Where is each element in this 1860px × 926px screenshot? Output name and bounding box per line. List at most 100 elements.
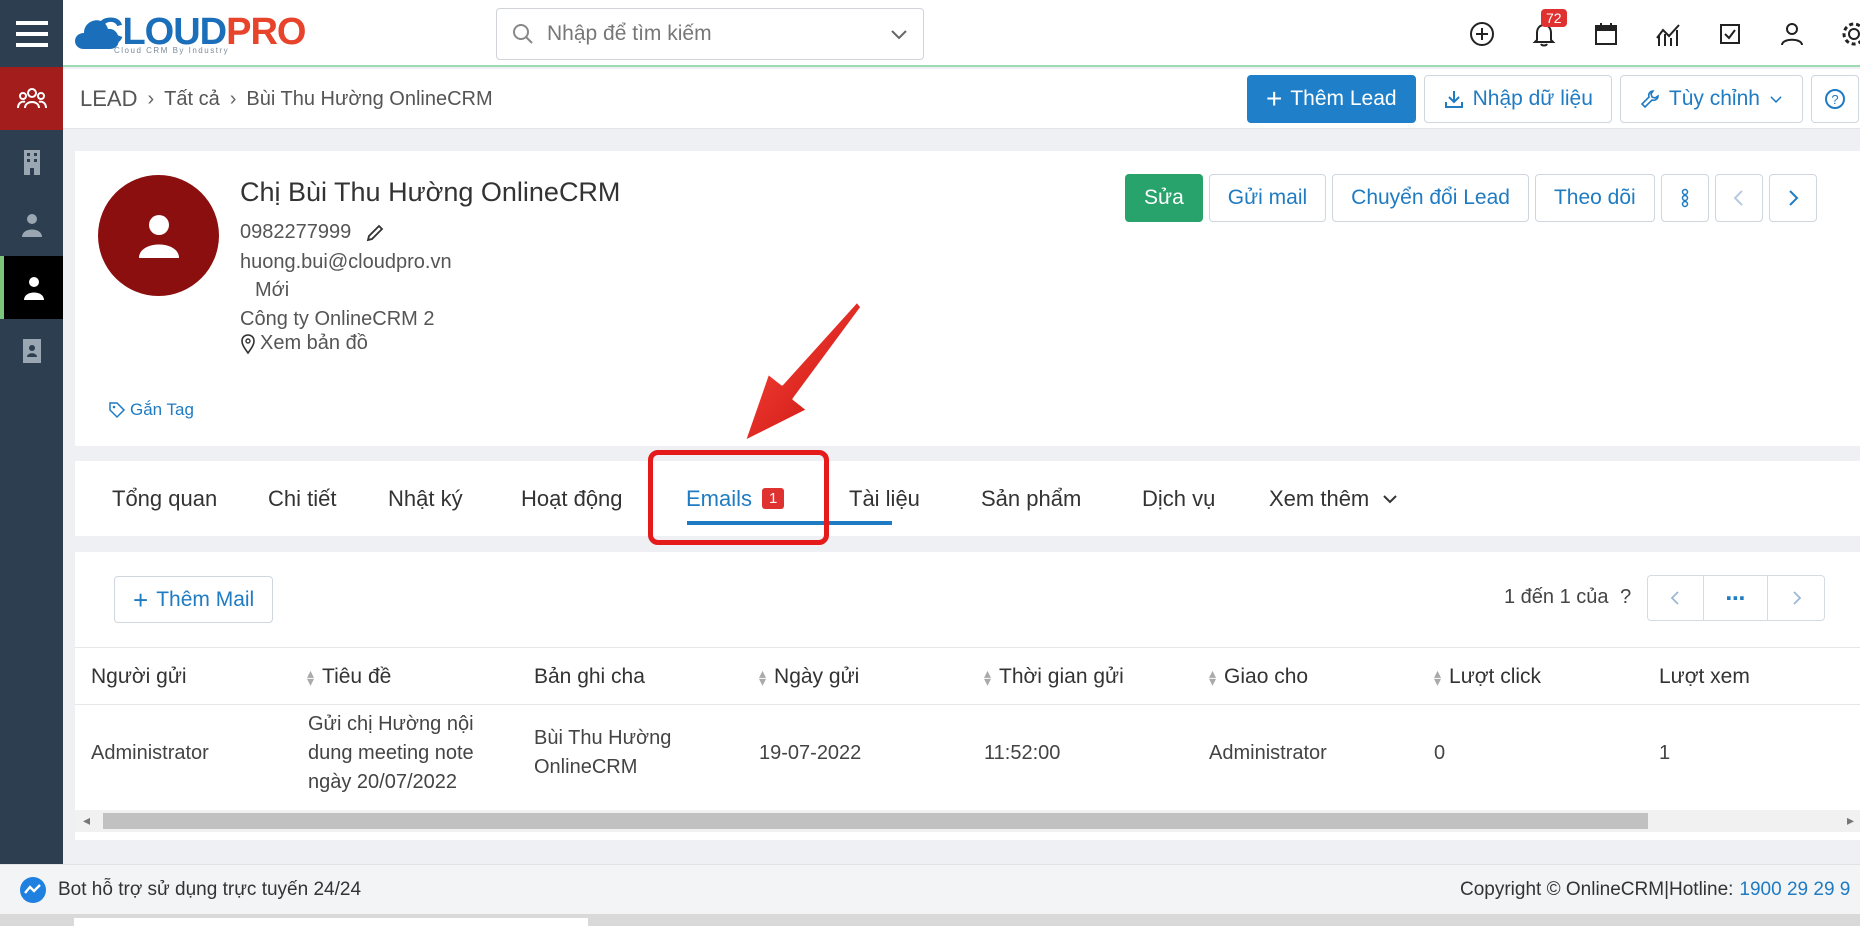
lead-email[interactable]: huong.bui@cloudpro.vn <box>240 251 452 274</box>
breadcrumb-module[interactable]: LEAD <box>80 86 137 112</box>
follow-button[interactable]: Theo dõi <box>1534 174 1655 222</box>
cell-subject[interactable]: Gửi chị Hường nội dung meeting note ngày… <box>308 710 474 797</box>
breadcrumb-level1[interactable]: Tất cả <box>164 88 220 111</box>
tab-products[interactable]: Sản phẩm <box>981 461 1081 536</box>
bell-icon[interactable]: 72 <box>1527 9 1567 51</box>
table-row[interactable]: Administrator Gửi chị Hường nội dung mee… <box>75 705 1860 805</box>
cell-parent[interactable]: Bùi Thu Hường OnlineCRM <box>534 724 671 782</box>
group-users-icon <box>16 87 47 108</box>
pagination-total-help[interactable]: ? <box>1620 586 1631 608</box>
prev-page-button[interactable] <box>1648 576 1704 620</box>
tab-services[interactable]: Dịch vụ <box>1142 461 1215 536</box>
horizontal-scrollbar[interactable]: ◂ ▸ <box>75 810 1860 832</box>
chevron-down-icon <box>1770 96 1782 103</box>
cell-views: 1 <box>1659 742 1671 764</box>
bottom-strip <box>0 914 1860 926</box>
map-link[interactable]: Xem bản đồ <box>240 332 368 355</box>
column-sender[interactable]: Người gửi <box>91 648 187 706</box>
map-pin-icon <box>241 333 255 354</box>
chart-line-icon[interactable] <box>1651 17 1685 51</box>
subject-line: ngày 20/07/2022 <box>308 771 458 793</box>
emails-panel: + Thêm Mail 1 đến 1 của ? ⋯ Người gửi ▴ ▾… <box>75 552 1860 840</box>
sidebar-item-customers[interactable] <box>0 67 63 130</box>
import-label: Nhập dữ liệu <box>1472 87 1593 110</box>
lead-phone[interactable]: 0982277999 <box>240 221 351 244</box>
pencil-icon[interactable] <box>365 223 385 243</box>
more-vertical-icon[interactable] <box>1660 174 1709 222</box>
emails-table-header: Người gửi ▴ ▾ Tiêu đề Bản ghi cha ▴ ▾ Ngày g… <box>75 647 1860 705</box>
column-time[interactable]: ▴ ▾ Thời gian gửi <box>984 648 1124 706</box>
chevron-right-icon <box>1793 591 1802 605</box>
top-bar: CLOUDPRO Cloud CRM By Industry Nhập để t… <box>0 0 1860 67</box>
more-pages-button[interactable]: ⋯ <box>1704 576 1768 620</box>
edit-button[interactable]: Sửa <box>1125 174 1203 222</box>
import-button[interactable]: Nhập dữ liệu <box>1423 75 1612 123</box>
menu-icon[interactable] <box>0 0 63 67</box>
convert-lead-button[interactable]: Chuyển đổi Lead <box>1332 174 1529 222</box>
customize-dropdown[interactable]: Tùy chỉnh <box>1619 75 1803 123</box>
chevron-right-icon: › <box>229 87 237 110</box>
scroll-left-icon[interactable]: ◂ <box>83 812 90 829</box>
column-time-label: Thời gian gửi <box>999 665 1124 688</box>
contact-card-icon <box>22 338 41 363</box>
support-bot-link[interactable]: Bot hỗ trợ sử dụng trực tuyến 24/24 <box>18 865 361 915</box>
copyright-text: Copyright © OnlineCRM|Hotline: <box>1460 879 1734 900</box>
tab-activity[interactable]: Hoạt động <box>521 461 623 536</box>
search-placeholder: Nhập để tìm kiếm <box>547 22 712 45</box>
sort-icon: ▴ ▾ <box>759 665 767 689</box>
scroll-right-icon[interactable]: ▸ <box>1847 812 1854 829</box>
sidebar-item-leads[interactable] <box>0 256 63 319</box>
add-tag-link[interactable]: Gắn Tag <box>108 400 194 420</box>
cell-sender: Administrator <box>91 742 209 764</box>
sidebar-item-documents[interactable] <box>0 319 63 382</box>
pagination: ⋯ <box>1647 575 1825 621</box>
prev-record-button[interactable] <box>1714 174 1763 222</box>
breadcrumb: LEAD › Tất cả › Bùi Thu Hường OnlineCRM <box>80 69 493 129</box>
search-input[interactable]: Nhập để tìm kiếm <box>496 8 924 60</box>
left-sidebar <box>0 67 63 864</box>
sort-icon: ▴ ▾ <box>984 665 992 689</box>
column-assignee[interactable]: ▴ ▾ Giao cho <box>1209 648 1308 706</box>
checkbox-icon[interactable] <box>1713 17 1747 51</box>
chevron-left-icon <box>1733 190 1743 206</box>
tab-more[interactable]: Xem thêm <box>1269 461 1399 536</box>
column-views[interactable]: Lượt xem <box>1659 648 1750 706</box>
tab-log[interactable]: Nhật ký <box>388 461 463 536</box>
user-icon[interactable] <box>1775 17 1809 51</box>
column-parent[interactable]: Bản ghi cha <box>534 648 645 706</box>
tag-icon <box>109 402 126 419</box>
column-date[interactable]: ▴ ▾ Ngày gửi <box>759 648 859 706</box>
add-mail-button[interactable]: + Thêm Mail <box>114 576 274 623</box>
sidebar-item-contacts[interactable] <box>0 193 63 256</box>
help-icon: ? <box>1824 89 1845 109</box>
lead-profile-card: Chị Bùi Thu Hường OnlineCRM 0982277999 h… <box>75 151 1860 446</box>
hotline-link[interactable]: 1900 29 29 9 <box>1739 879 1850 901</box>
logo-accent-text: PRO <box>226 11 306 53</box>
tab-details[interactable]: Chi tiết <box>268 461 336 536</box>
send-mail-button[interactable]: Gửi mail <box>1208 174 1327 222</box>
column-clicks[interactable]: ▴ ▾ Lượt click <box>1434 648 1541 706</box>
contact-icon <box>21 213 42 237</box>
column-assignee-label: Giao cho <box>1224 665 1309 688</box>
next-record-button[interactable] <box>1768 174 1817 222</box>
next-page-button[interactable] <box>1768 576 1824 620</box>
sidebar-item-organizations[interactable] <box>0 130 63 193</box>
column-clicks-label: Lượt click <box>1449 665 1542 688</box>
chevron-right-icon <box>1788 190 1799 206</box>
add-lead-button[interactable]: + Thêm Lead <box>1247 75 1416 123</box>
cell-date: 19-07-2022 <box>759 742 862 764</box>
chevron-down-icon[interactable] <box>889 24 909 44</box>
chevron-right-icon: › <box>147 87 155 110</box>
column-date-label: Ngày gửi <box>774 665 860 688</box>
add-circle-icon[interactable] <box>1465 17 1499 51</box>
column-subject[interactable]: ▴ ▾ Tiêu đề <box>307 648 391 706</box>
app-logo[interactable]: CLOUDPRO Cloud CRM By Industry <box>70 6 306 58</box>
pagination-text: 1 đến 1 của <box>1504 586 1609 608</box>
help-button[interactable]: ? <box>1810 75 1859 123</box>
gear-icon[interactable] <box>1837 17 1860 51</box>
tab-overview[interactable]: Tổng quan <box>112 461 217 536</box>
scrollbar-thumb[interactable] <box>103 813 1648 829</box>
add-mail-label: Thêm Mail <box>156 587 255 611</box>
pagination-summary: 1 đến 1 của ? <box>1504 586 1631 609</box>
calendar-icon[interactable] <box>1589 17 1623 51</box>
